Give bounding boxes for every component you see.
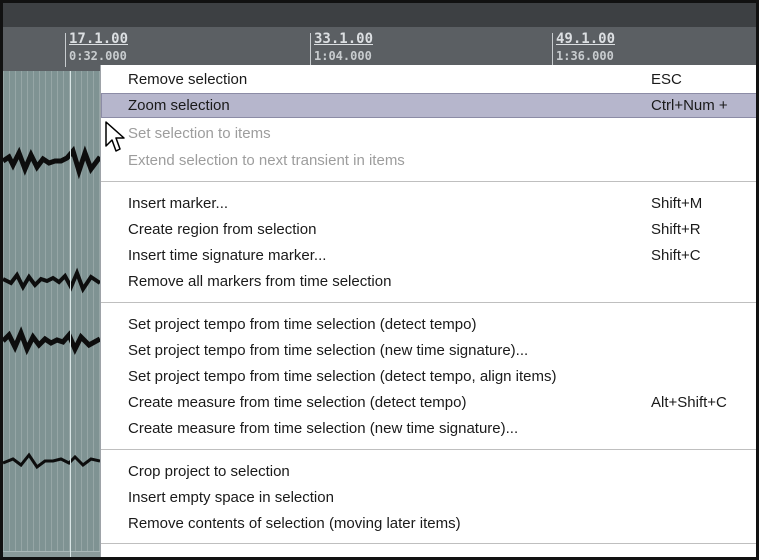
grid-lines <box>3 71 100 131</box>
audio-waveform <box>3 452 100 470</box>
menu-item-measure-detect[interactable]: Create measure from time selection (dete… <box>101 390 756 415</box>
menu-separator <box>101 181 756 182</box>
menu-item-create-region[interactable]: Create region from selection Shift+R <box>101 217 756 242</box>
menu-separator <box>101 543 756 544</box>
menu-item-insert-marker[interactable]: Insert marker... Shift+M <box>101 191 756 216</box>
menu-item-label: Create measure from time selection (new … <box>128 420 519 437</box>
audio-waveform <box>3 326 100 356</box>
context-menu: Remove selection ESC Zoom selection Ctrl… <box>100 65 756 557</box>
menu-item-measure-new-signature[interactable]: Create measure from time selection (new … <box>101 416 756 441</box>
track-lane[interactable] <box>3 251 100 312</box>
menu-item-label: Set project tempo from time selection (n… <box>128 342 529 359</box>
track-lane[interactable] <box>3 71 100 132</box>
track-area[interactable] <box>3 71 100 557</box>
menu-item-shortcut: ESC <box>651 71 682 88</box>
menu-item-label: Insert marker... <box>128 195 229 212</box>
menu-item-label: Remove contents of selection (moving lat… <box>128 515 461 532</box>
menu-item-label: Remove all markers from time selection <box>128 273 392 290</box>
ruler-time-label: 1:36.000 <box>556 49 614 63</box>
menu-item-remove-markers[interactable]: Remove all markers from time selection <box>101 269 756 294</box>
menu-item-insert-empty-space[interactable]: Insert empty space in selection <box>101 485 756 510</box>
track-lane[interactable] <box>3 491 100 552</box>
menu-item-label: Insert time signature marker... <box>128 247 327 264</box>
grid-lines <box>3 191 100 251</box>
ruler-tick <box>310 33 311 67</box>
menu-item-shortcut: Ctrl+Num + <box>651 97 728 114</box>
menu-item-label: Set selection to items <box>128 125 271 142</box>
menu-separator <box>101 302 756 303</box>
menu-item-label: Insert empty space in selection <box>128 489 334 506</box>
track-lane[interactable] <box>3 431 100 492</box>
ruler-bar-label: 33.1.00 <box>314 31 374 47</box>
menu-item-label: Create measure from time selection (dete… <box>128 394 467 411</box>
menu-item-remove-contents[interactable]: Remove contents of selection (moving lat… <box>101 511 756 536</box>
track-lane[interactable] <box>3 311 100 372</box>
menu-item-label: Zoom selection <box>128 97 230 114</box>
menu-item-zoom-selection[interactable]: Zoom selection Ctrl+Num + <box>101 93 756 118</box>
audio-waveform <box>3 145 100 180</box>
track-lane[interactable] <box>3 131 100 192</box>
ruler-bar-label: 49.1.00 <box>556 31 616 47</box>
menu-item-label: Remove selection <box>128 71 248 88</box>
track-lane[interactable] <box>3 191 100 252</box>
audio-waveform <box>3 267 100 294</box>
menu-item-crop-project[interactable]: Crop project to selection <box>101 459 756 484</box>
mouse-pointer-icon <box>105 121 125 152</box>
menu-item-shortcut: Shift+R <box>651 221 701 238</box>
menu-item-shortcut: Shift+M <box>651 195 703 212</box>
menu-item-label: Set project tempo from time selection (d… <box>128 368 557 385</box>
toolbar-strip <box>3 3 756 28</box>
track-lane[interactable] <box>3 371 100 432</box>
grid-lines <box>3 371 100 431</box>
ruler-tick <box>552 33 553 67</box>
menu-separator <box>101 449 756 450</box>
menu-item-set-selection-to-items[interactable]: Set selection to items <box>101 121 756 146</box>
edit-cursor-line <box>70 71 71 557</box>
grid-lines <box>3 491 100 551</box>
menu-item-label: Create region from selection <box>128 221 317 238</box>
menu-item-extend-selection[interactable]: Extend selection to next transient in it… <box>101 148 756 173</box>
ruler-bar-label: 17.1.00 <box>69 31 129 47</box>
ruler-time-label: 1:04.000 <box>314 49 372 63</box>
menu-item-label: Extend selection to next transient in it… <box>128 152 405 169</box>
app-window: 17.1.00 0:32.000 33.1.00 1:04.000 49.1.0… <box>0 0 759 560</box>
menu-item-remove-selection[interactable]: Remove selection ESC <box>101 67 756 92</box>
menu-item-insert-time-signature[interactable]: Insert time signature marker... Shift+C <box>101 243 756 268</box>
menu-item-tempo-new-signature[interactable]: Set project tempo from time selection (n… <box>101 338 756 363</box>
menu-item-label: Set project tempo from time selection (d… <box>128 316 477 333</box>
menu-item-shortcut: Alt+Shift+C <box>651 394 727 411</box>
menu-item-shortcut: Shift+C <box>651 247 701 264</box>
ruler-tick <box>65 33 66 67</box>
ruler-time-label: 0:32.000 <box>69 49 127 63</box>
menu-item-tempo-detect[interactable]: Set project tempo from time selection (d… <box>101 312 756 337</box>
menu-item-label: Crop project to selection <box>128 463 290 480</box>
menu-item-tempo-align-items[interactable]: Set project tempo from time selection (d… <box>101 364 756 389</box>
